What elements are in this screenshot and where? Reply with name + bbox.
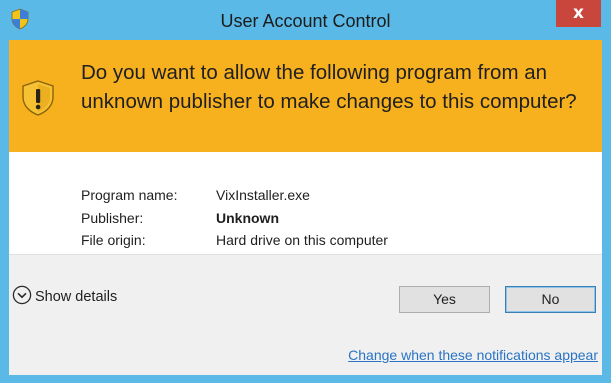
no-button[interactable]: No [505,286,596,313]
detail-row-file-origin: File origin: Hard drive on this computer [81,229,388,252]
detail-value: Hard drive on this computer [216,232,388,248]
dialog-footer: Show details Yes No Change when these no… [9,254,602,375]
detail-label: Program name: [81,187,178,203]
show-details-toggle[interactable]: Show details [12,285,117,309]
detail-label: Publisher: [81,209,144,226]
detail-row-publisher: Publisher: Unknown [81,207,388,230]
title-bar: User Account Control x [0,0,611,40]
warning-banner: Do you want to allow the following progr… [9,40,602,152]
show-details-label: Show details [35,289,118,305]
detail-row-program-name: Program name: VixInstaller.exe [81,184,388,207]
shield-warning-icon [21,80,55,116]
chevron-down-circle-icon [12,285,35,309]
detail-value: Unknown [216,209,279,226]
yes-button[interactable]: Yes [399,286,490,313]
detail-value: VixInstaller.exe [216,187,310,203]
prompt-question: Do you want to allow the following progr… [81,61,577,113]
program-details: Program name: VixInstaller.exe Publisher:… [81,184,388,252]
dialog-body: Do you want to allow the following progr… [9,40,602,375]
detail-label: File origin: [81,232,146,248]
close-button[interactable]: x [556,0,601,27]
uac-dialog: User Account Control x Do you want to al… [0,0,611,383]
change-notifications-link[interactable]: Change when these notifications appear [348,347,598,363]
window-title: User Account Control [220,11,391,31]
